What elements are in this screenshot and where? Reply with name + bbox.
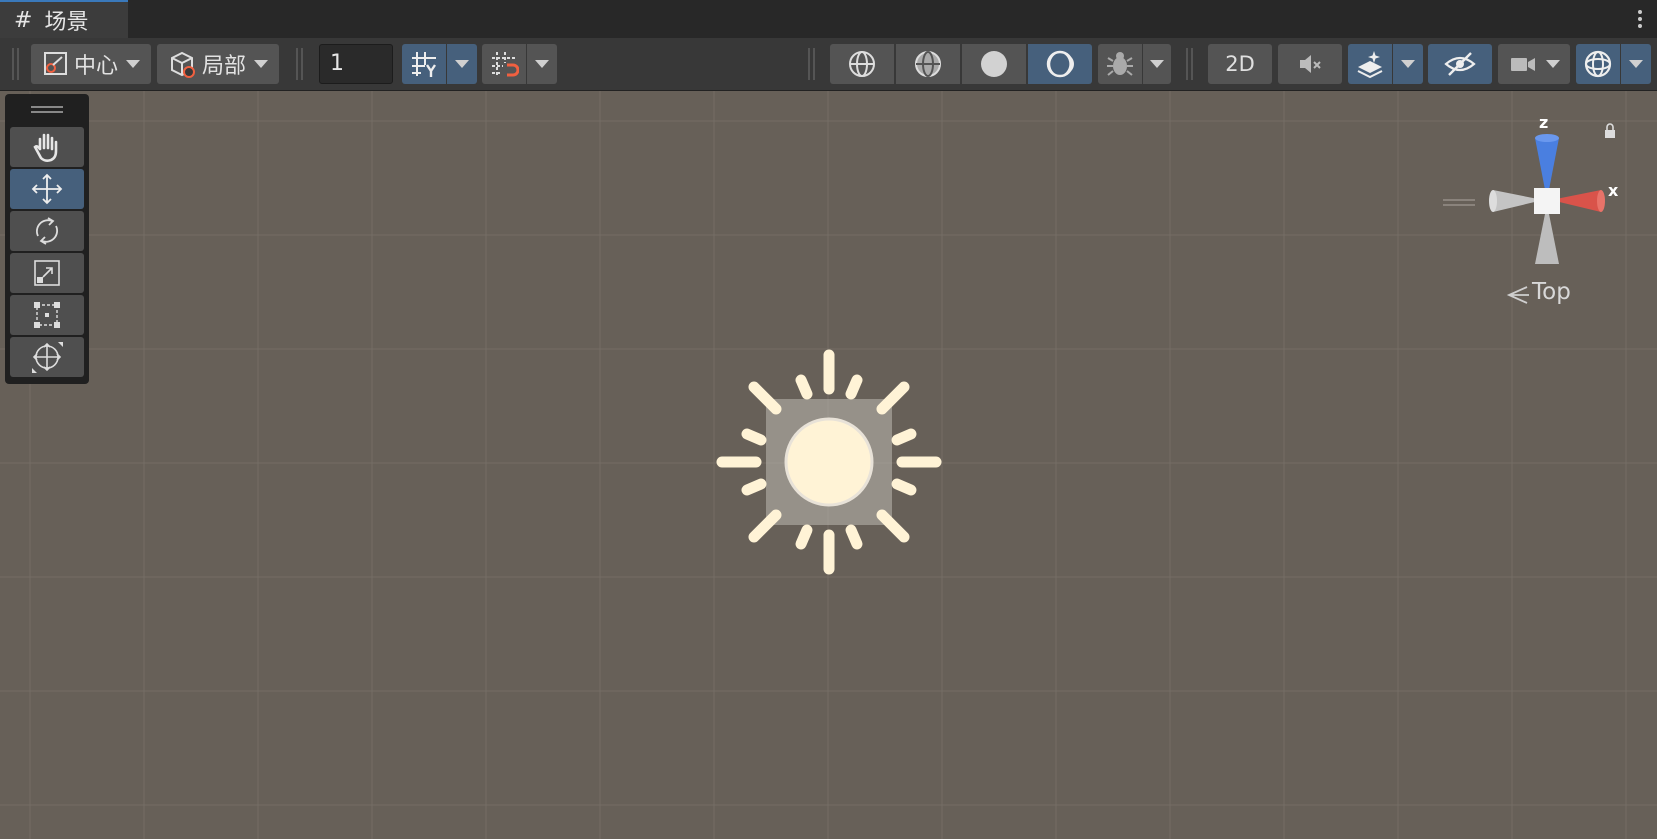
chevron-down-icon xyxy=(1546,60,1560,68)
orientation-gizmo[interactable] xyxy=(1477,124,1617,264)
tab-bar: # 场景 xyxy=(0,0,1657,38)
grid-snap-magnet-icon xyxy=(492,52,519,77)
grid-visibility-button[interactable] xyxy=(402,44,446,84)
eye-hidden-icon xyxy=(1444,52,1476,76)
toolbar-grip[interactable] xyxy=(808,48,816,80)
hand-tool-button[interactable] xyxy=(10,127,84,167)
rotate-tool-button[interactable] xyxy=(10,211,84,251)
scene-viewport[interactable]: z x Top xyxy=(0,91,1657,839)
chevron-down-icon xyxy=(1401,60,1415,68)
wireframe-sphere-icon xyxy=(849,51,875,77)
gizmo-drag-handle[interactable] xyxy=(1443,199,1475,206)
debug-draw-dropdown[interactable] xyxy=(1143,44,1171,84)
chevron-down-icon xyxy=(535,60,549,68)
toolbar-grip[interactable] xyxy=(296,48,304,80)
tools-overlay xyxy=(5,94,89,384)
transform-tool-button[interactable] xyxy=(10,337,84,377)
chevron-down-icon xyxy=(254,60,268,68)
bug-icon xyxy=(1107,52,1133,76)
chevron-down-icon xyxy=(126,60,140,68)
scene-effects-icon xyxy=(1357,51,1383,79)
shaded-wireframe-button[interactable] xyxy=(896,44,960,84)
shaded-button[interactable] xyxy=(962,44,1026,84)
chevron-down-icon xyxy=(1629,60,1643,68)
grid-increment-field[interactable]: 1 xyxy=(319,44,393,84)
hand-tool-icon xyxy=(33,133,58,162)
move-tool-icon xyxy=(31,173,63,205)
scene-hash-icon: # xyxy=(14,7,33,33)
pivot-space-dropdown[interactable]: 局部 xyxy=(157,44,279,84)
pivot-mode-dropdown[interactable]: 中心 xyxy=(31,44,151,84)
scale-tool-button[interactable] xyxy=(10,253,84,293)
camera-settings-dropdown[interactable] xyxy=(1498,44,1570,84)
pivot-center-icon xyxy=(43,52,67,75)
gizmos-orbit-icon xyxy=(1584,50,1612,78)
wireframe-shading-button[interactable] xyxy=(830,44,894,84)
pivot-mode-label: 中心 xyxy=(73,54,118,79)
shaded-wireframe-sphere-icon xyxy=(915,51,941,77)
rect-tool-icon xyxy=(34,302,60,328)
debug-draw-mode-button[interactable] xyxy=(1098,44,1142,84)
chevron-left-icon xyxy=(1506,286,1529,304)
grid-options-dropdown[interactable] xyxy=(447,44,477,84)
chevron-down-icon xyxy=(1150,60,1164,68)
lighting-toggle-button[interactable] xyxy=(1028,44,1092,84)
effects-dropdown[interactable] xyxy=(1393,44,1423,84)
toggle-2d-button[interactable]: 2D xyxy=(1208,44,1272,84)
rotate-tool-icon xyxy=(36,217,58,245)
effects-toggle-button[interactable] xyxy=(1348,44,1392,84)
gizmos-dropdown[interactable] xyxy=(1621,44,1651,84)
tab-scene-label: 场景 xyxy=(44,10,89,35)
scene-toolbar: 中心 局部 1 2D xyxy=(0,38,1657,91)
audio-toggle-button[interactable] xyxy=(1278,44,1342,84)
toolbar-grip[interactable] xyxy=(1186,48,1194,80)
transform-tool-icon xyxy=(32,342,63,373)
local-space-cube-icon xyxy=(170,51,195,78)
scale-tool-icon xyxy=(34,260,60,286)
grid-y-icon xyxy=(412,52,436,77)
camera-icon xyxy=(1511,58,1535,71)
chevron-down-icon xyxy=(455,60,469,68)
tab-scene[interactable]: # 场景 xyxy=(0,0,128,38)
toggle-2d-label: 2D xyxy=(1225,52,1255,76)
pivot-space-label: 局部 xyxy=(201,54,246,79)
lighting-moon-icon xyxy=(1046,50,1074,78)
audio-muted-icon xyxy=(1300,55,1321,73)
view-orientation-label[interactable]: Top xyxy=(1532,279,1571,305)
toolbar-grip[interactable] xyxy=(12,48,20,80)
overlay-drag-handle[interactable] xyxy=(31,106,63,113)
rect-tool-button[interactable] xyxy=(10,295,84,335)
hidden-objects-toggle-button[interactable] xyxy=(1428,44,1492,84)
directional-light-sun-icon[interactable] xyxy=(714,347,944,577)
move-tool-button[interactable] xyxy=(10,169,84,209)
gizmo-x-label: x xyxy=(1608,181,1619,200)
gizmos-toggle-button[interactable] xyxy=(1576,44,1620,84)
shaded-sphere-icon xyxy=(981,51,1007,77)
snap-options-dropdown[interactable] xyxy=(527,44,557,84)
grid-snapping-button[interactable] xyxy=(482,44,526,84)
more-options-icon[interactable] xyxy=(1637,8,1643,30)
gizmo-z-label: z xyxy=(1539,113,1549,132)
